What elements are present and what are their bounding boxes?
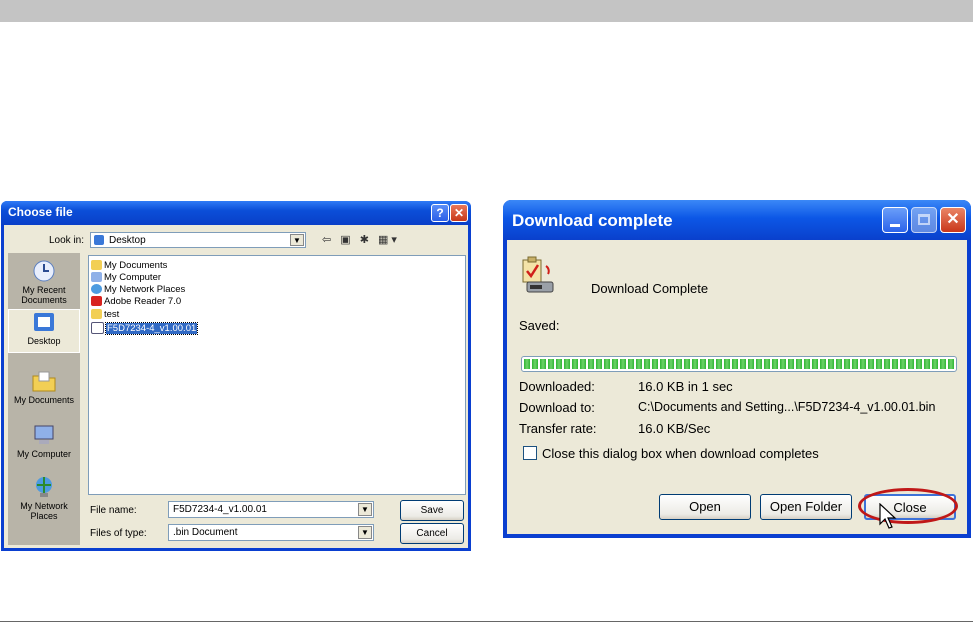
downloaded-value: 16.0 KB in 1 sec — [638, 379, 733, 394]
close-when-complete-label: Close this dialog box when download comp… — [542, 446, 819, 461]
mouse-cursor-icon — [879, 503, 897, 529]
place-label: My Computer — [16, 449, 71, 459]
folder-documents-icon — [91, 260, 102, 271]
cancel-button[interactable]: Cancel — [400, 523, 464, 544]
file-name: My Computer — [104, 272, 162, 283]
close-when-complete-checkbox[interactable] — [523, 446, 537, 460]
file-name: My Network Places — [104, 284, 186, 295]
place-my-documents[interactable]: My Documents — [8, 369, 80, 413]
save-button[interactable]: Save — [400, 500, 464, 521]
download-progress-bar — [521, 356, 957, 372]
progress-fill — [524, 359, 954, 369]
file-name-input[interactable]: F5D7234-4_v1.00.01 ▼ — [168, 501, 374, 518]
recent-documents-icon — [33, 260, 55, 282]
toolbar-icons[interactable]: ⇦ ▣ ✱ ▦▾ — [322, 233, 400, 246]
minimize-icon — [890, 224, 900, 227]
close-button[interactable]: ✕ — [450, 204, 468, 222]
place-my-network-places[interactable]: My Network Places — [8, 475, 80, 527]
look-in-label: Look in: — [49, 235, 85, 246]
close-icon: ✕ — [946, 211, 960, 228]
highlight-ring — [858, 488, 958, 524]
my-documents-icon — [32, 371, 56, 392]
file-list[interactable]: My Documents My Computer My Network Plac… — [88, 255, 466, 495]
file-name: test — [104, 309, 120, 320]
files-of-type-select[interactable]: .bin Document ▼ — [168, 524, 374, 541]
desktop-icon — [94, 235, 104, 245]
download-to-value: C:\Documents and Setting...\F5D7234-4_v1… — [638, 400, 936, 414]
files-of-type-value: .bin Document — [173, 527, 238, 538]
file-icon — [91, 322, 104, 334]
desktop-icon — [34, 313, 54, 331]
place-label: My Documents — [13, 395, 75, 405]
list-item[interactable]: My Network Places — [91, 284, 185, 296]
place-desktop[interactable]: Desktop — [8, 309, 80, 353]
choose-file-dialog: Choose file ? ✕ Look in: Desktop ▼ ⇦ ▣ ✱… — [1, 201, 471, 551]
folder-icon — [91, 309, 102, 320]
place-my-computer[interactable]: My Computer — [8, 423, 80, 467]
network-places-icon — [36, 477, 52, 497]
open-folder-button[interactable]: Open Folder — [760, 494, 852, 520]
transfer-rate-label: Transfer rate: — [519, 421, 597, 436]
choose-file-title: Choose file — [8, 205, 73, 219]
place-label: My Network Places — [20, 501, 68, 521]
network-icon — [91, 284, 102, 295]
file-name: My Documents — [104, 260, 168, 271]
places-bar: My Recent Documents Desktop My Documents… — [8, 253, 80, 545]
files-of-type-label: Files of type: — [90, 528, 147, 539]
choose-file-body: Look in: Desktop ▼ ⇦ ▣ ✱ ▦▾ My Recent Do… — [4, 225, 468, 548]
open-button[interactable]: Open — [659, 494, 751, 520]
list-item-selected[interactable]: F5D7234-4_v1.00.01 — [91, 321, 199, 335]
download-heading: Download Complete — [591, 281, 709, 296]
place-my-recent-documents[interactable]: My Recent Documents — [8, 259, 80, 309]
place-label: My Recent Documents — [21, 285, 67, 305]
download-titlebar: Download complete ✕ — [503, 200, 971, 240]
chevron-down-icon[interactable]: ▼ — [290, 234, 304, 246]
download-complete-icon — [522, 256, 554, 293]
minimize-button[interactable] — [882, 207, 908, 233]
maximize-button — [911, 207, 937, 233]
look-in-combo[interactable]: Desktop ▼ — [90, 232, 306, 248]
chevron-down-icon[interactable]: ▼ — [358, 526, 372, 539]
list-item[interactable]: Adobe Reader 7.0 — [91, 296, 181, 308]
transfer-rate-value: 16.0 KB/Sec — [638, 421, 711, 436]
list-item[interactable]: My Computer — [91, 272, 161, 284]
place-label: Desktop — [27, 336, 61, 346]
adobe-icon — [91, 296, 102, 307]
file-name: Adobe Reader 7.0 — [104, 296, 182, 307]
file-name-label: File name: — [90, 505, 137, 516]
chevron-down-icon[interactable]: ▼ — [358, 503, 372, 516]
file-name: F5D7234-4_v1.00.01 — [104, 321, 199, 335]
bottom-rule — [0, 621, 973, 622]
list-item[interactable]: My Documents — [91, 260, 167, 272]
choose-file-titlebar: Choose file ? ✕ — [1, 201, 471, 225]
list-item[interactable]: test — [91, 309, 119, 321]
close-window-button[interactable]: ✕ — [940, 207, 966, 233]
computer-icon — [91, 272, 102, 283]
help-button[interactable]: ? — [431, 204, 449, 222]
download-title: Download complete — [512, 211, 673, 230]
file-name-value: F5D7234-4_v1.00.01 — [173, 504, 267, 515]
download-to-label: Download to: — [519, 400, 595, 415]
downloaded-label: Downloaded: — [519, 379, 595, 394]
maximize-icon — [918, 214, 930, 225]
saved-label: Saved: — [519, 318, 560, 333]
top-gray-bar — [0, 0, 973, 22]
my-computer-icon — [34, 425, 54, 444]
